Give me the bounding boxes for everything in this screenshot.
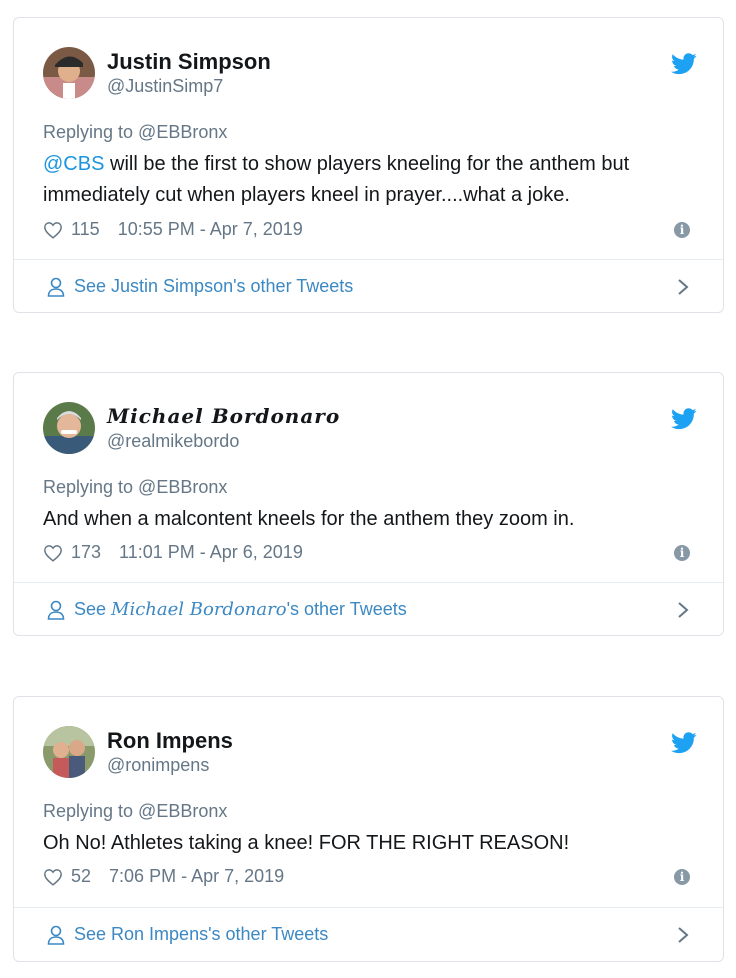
author-handle[interactable]: @realmikebordo [107,431,239,452]
like-count: 52 [71,866,92,886]
tweet-text: And when a malcontent kneels for the ant… [43,504,693,535]
avatar[interactable] [43,47,95,99]
tweet-header: Michael Bordonaro @realmikebordo [43,402,703,456]
avatar[interactable] [43,726,95,778]
tweet-meta: 173 11:01 PM - Apr 6, 2019 [43,542,303,563]
tweet-meta: 52 7:06 PM - Apr 7, 2019 [43,866,284,887]
see-prefix: See [74,599,112,619]
replying-to[interactable]: Replying to @EBBronx [43,477,227,498]
like-count: 173 [71,542,102,562]
tweet-text: @CBS will be the first to show players k… [43,149,693,211]
heart-icon[interactable] [43,868,63,886]
info-icon[interactable]: i [674,545,690,561]
chevron-right-icon [678,279,689,295]
see-suffix: 's other Tweets [208,924,329,944]
person-icon [47,600,65,620]
timestamp[interactable]: 10:55 PM - Apr 7, 2019 [118,219,303,240]
author-name[interactable]: Michael Bordonaro [107,404,340,428]
see-prefix: See [74,276,112,296]
replying-to[interactable]: Replying to @EBBronx [43,801,227,822]
tweet-body: will be the first to show players kneeli… [43,153,630,206]
tweet-header: Justin Simpson @JustinSimp7 [43,47,703,101]
see-author-name: Ron Impens [111,924,209,944]
see-other-tweets-link[interactable]: See Justin Simpson's other Tweets [14,260,723,314]
mention-link[interactable]: @CBS [43,153,104,175]
chevron-right-icon [678,602,689,618]
tweet-meta: 115 10:55 PM - Apr 7, 2019 [43,219,303,240]
see-other-tweets-link[interactable]: See Michael Bordonaro's other Tweets [14,583,723,637]
info-icon[interactable]: i [674,869,690,885]
heart-icon[interactable] [43,221,63,239]
twitter-bird-icon[interactable] [671,53,697,75]
heart-icon[interactable] [43,544,63,562]
see-prefix: See [74,924,112,944]
see-suffix: 's other Tweets [286,599,407,619]
tweet-card: Ron Impens @ronimpens Replying to @EBBro… [13,696,724,962]
see-author-name: Justin Simpson [111,276,234,296]
tweet-body: Oh No! Athletes taking a knee! FOR THE R… [43,832,570,854]
avatar[interactable] [43,402,95,454]
see-other-tweets-link[interactable]: See Ron Impens's other Tweets [14,908,723,962]
person-icon [47,925,65,945]
author-name[interactable]: Justin Simpson [107,49,271,75]
tweet-card: Michael Bordonaro @realmikebordo Replyin… [13,372,724,636]
twitter-bird-icon[interactable] [671,732,697,754]
info-icon[interactable]: i [674,222,690,238]
tweet-header: Ron Impens @ronimpens [43,726,703,780]
see-author-name: Michael Bordonaro [111,599,287,620]
chevron-right-icon [678,927,689,943]
like-count: 115 [71,219,100,239]
timestamp[interactable]: 7:06 PM - Apr 7, 2019 [109,866,284,887]
see-suffix: 's other Tweets [233,276,354,296]
see-other-tweets-label: See Justin Simpson's other Tweets [74,276,353,297]
twitter-bird-icon[interactable] [671,408,697,430]
timestamp[interactable]: 11:01 PM - Apr 6, 2019 [119,542,303,563]
person-icon [47,277,65,297]
tweet-text: Oh No! Athletes taking a knee! FOR THE R… [43,828,693,859]
author-handle[interactable]: @ronimpens [107,755,209,776]
see-other-tweets-label: See Michael Bordonaro's other Tweets [74,599,407,620]
author-handle[interactable]: @JustinSimp7 [107,76,223,97]
tweet-card: Justin Simpson @JustinSimp7 Replying to … [13,17,724,313]
tweet-body: And when a malcontent kneels for the ant… [43,508,575,530]
see-other-tweets-label: See Ron Impens's other Tweets [74,924,328,945]
author-name[interactable]: Ron Impens [107,728,233,754]
replying-to[interactable]: Replying to @EBBronx [43,122,227,143]
